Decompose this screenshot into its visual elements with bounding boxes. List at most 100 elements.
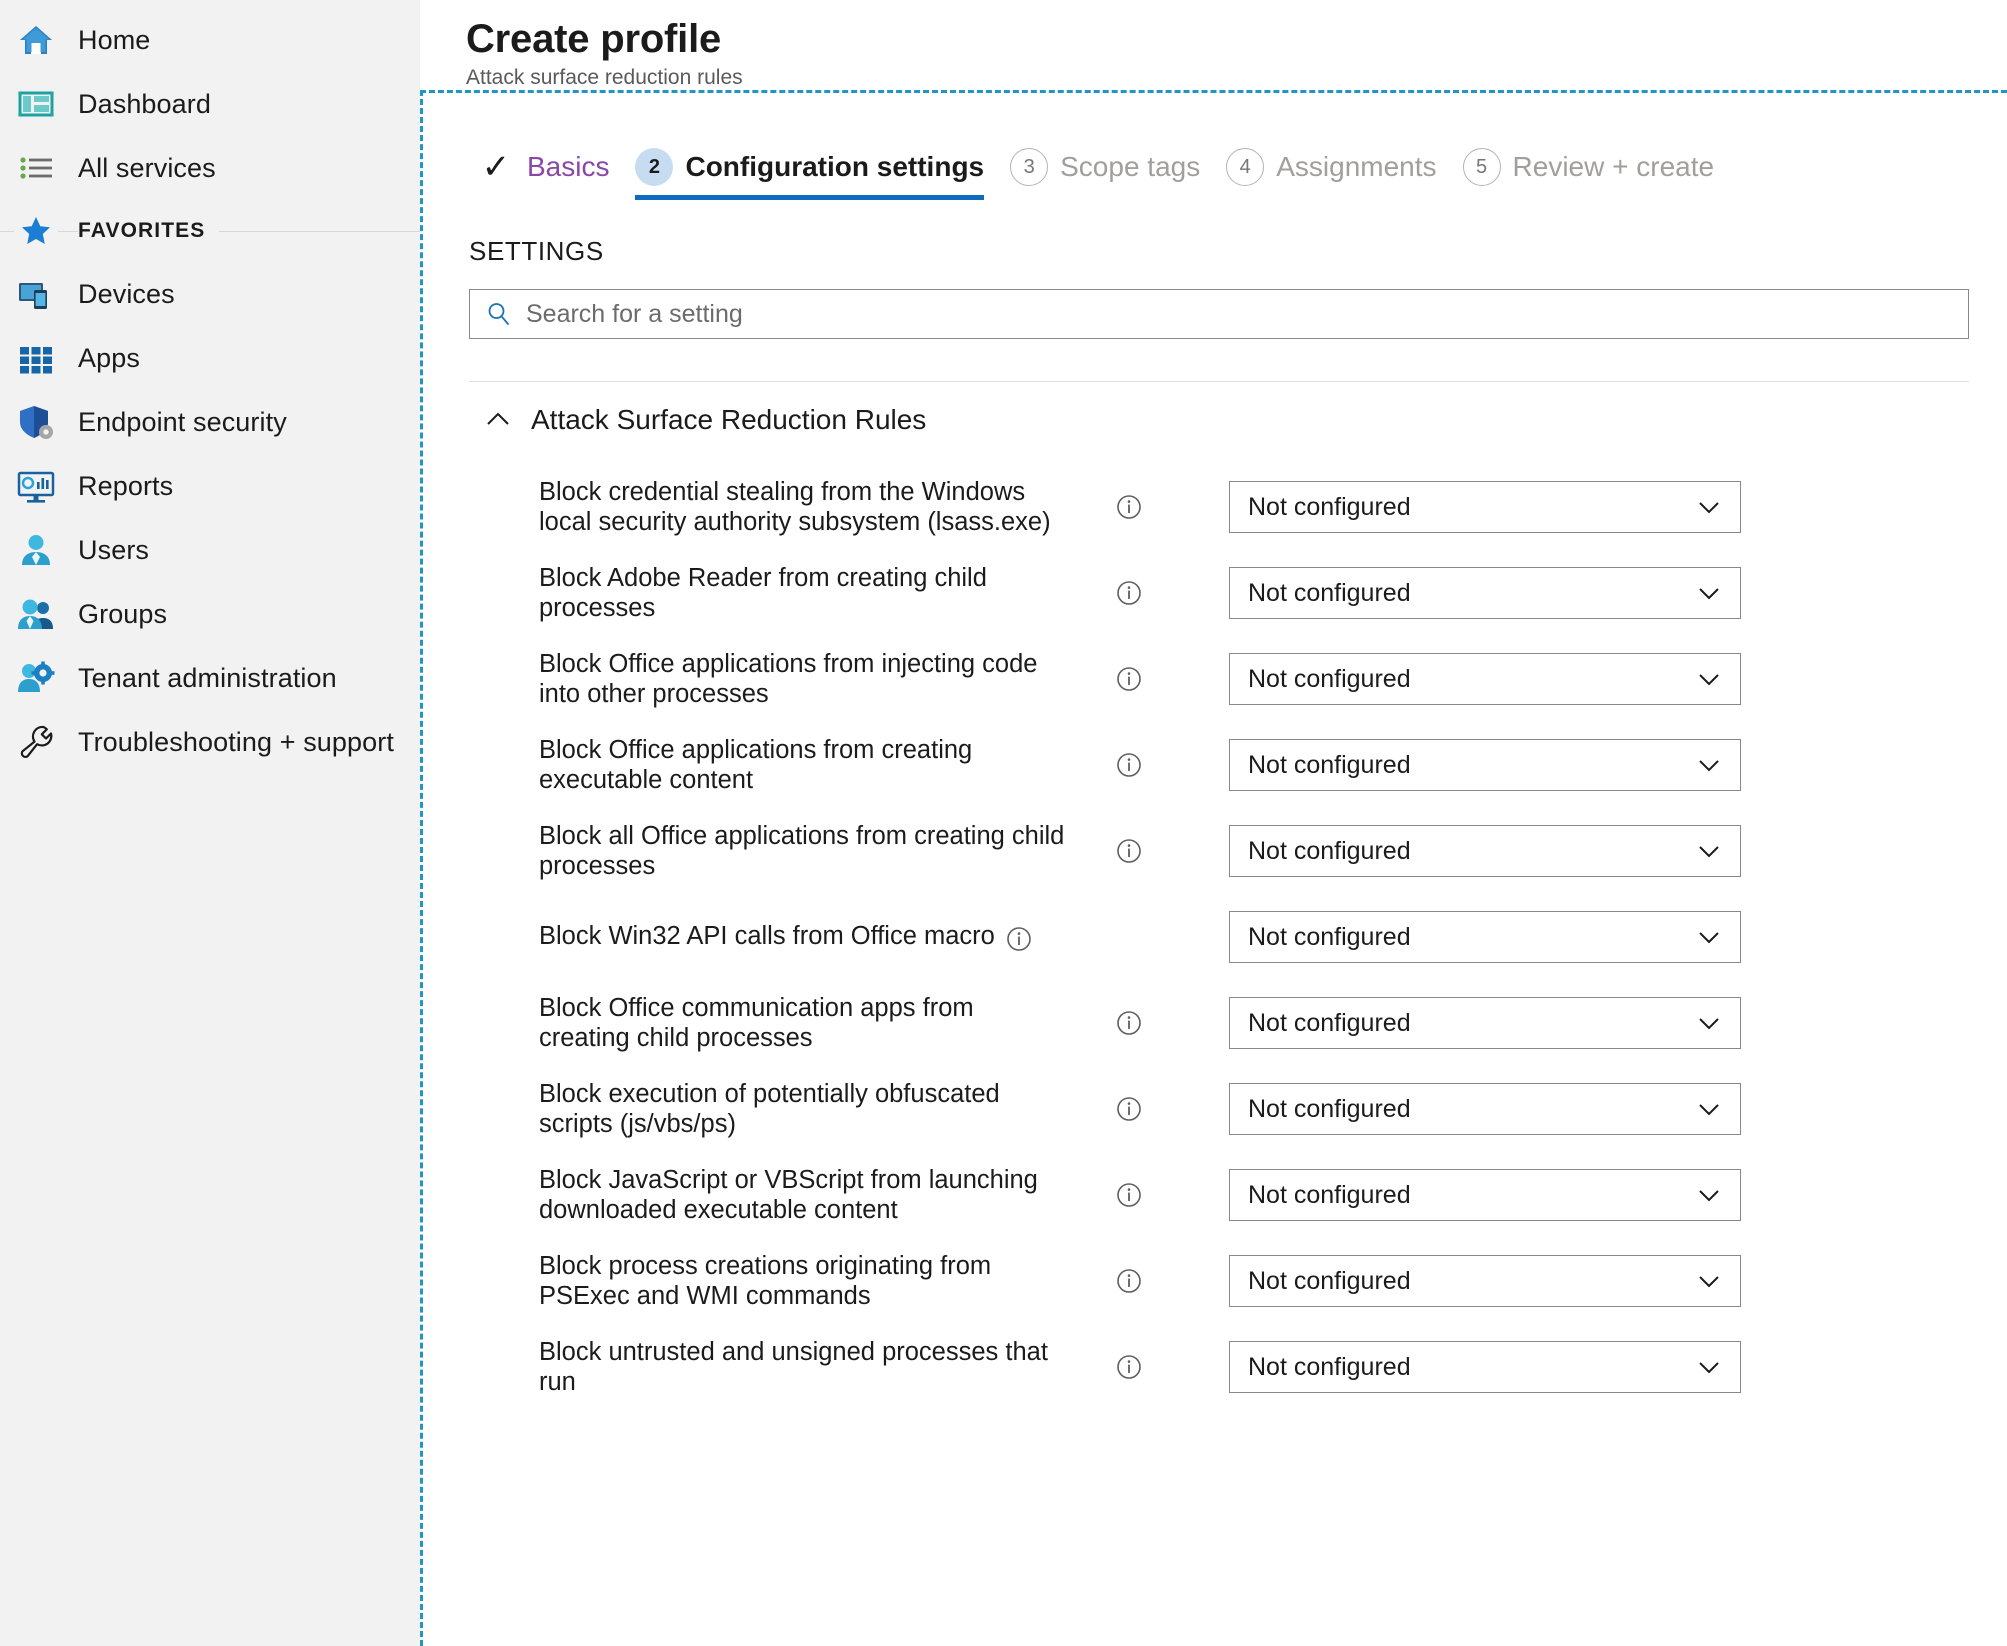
- sidebar-item-groups[interactable]: Groups: [0, 582, 420, 646]
- rule-value-dropdown[interactable]: Not configured: [1229, 567, 1741, 619]
- info-icon[interactable]: [1115, 837, 1143, 865]
- sidebar-item-label: Tenant administration: [78, 662, 337, 693]
- dropdown-cell: Not configured: [1229, 997, 1749, 1049]
- tenant-admin-icon: [14, 656, 58, 700]
- dropdown-cell: Not configured: [1229, 739, 1749, 791]
- check-icon: ✓: [481, 148, 511, 186]
- chevron-down-icon: [1694, 750, 1724, 780]
- sidebar-item-reports[interactable]: Reports: [0, 454, 420, 518]
- table-row: Block Office applications from injecting…: [469, 636, 1999, 722]
- info-cell: [1069, 751, 1229, 779]
- sidebar-item-label: Troubleshooting + support: [78, 726, 394, 757]
- info-icon[interactable]: [1115, 665, 1143, 693]
- sidebar-item-tenant-administration[interactable]: Tenant administration: [0, 646, 420, 710]
- rule-label: Block JavaScript or VBScript from launch…: [539, 1165, 1038, 1224]
- sidebar-item-troubleshooting-support[interactable]: Troubleshooting + support: [0, 710, 420, 774]
- info-icon[interactable]: [1115, 1181, 1143, 1209]
- info-cell: [1069, 665, 1229, 693]
- rule-value-dropdown[interactable]: Not configured: [1229, 1169, 1741, 1221]
- settings-section: SETTINGS Search for a setting Attack Sur…: [423, 236, 2007, 1410]
- tab-configuration-settings[interactable]: 2 Configuration settings: [627, 148, 1002, 200]
- search-setting-box[interactable]: [469, 289, 1969, 339]
- dropdown-value: Not configured: [1248, 1094, 1411, 1123]
- dropdown-cell: Not configured: [1229, 911, 1749, 963]
- sidebar-item-endpoint-security[interactable]: Endpoint security: [0, 390, 420, 454]
- dropdown-cell: Not configured: [1229, 1341, 1749, 1393]
- info-cell: [1069, 1267, 1229, 1295]
- rule-label-cell: Block Adobe Reader from creating child p…: [469, 563, 1069, 623]
- tab-review-create[interactable]: 5 Review + create: [1455, 148, 1733, 200]
- table-row: Block execution of potentially obfuscate…: [469, 1066, 1999, 1152]
- rule-value-dropdown[interactable]: Not configured: [1229, 1083, 1741, 1135]
- table-row: Block Win32 API calls from Office macro …: [469, 894, 1999, 980]
- info-icon[interactable]: [1115, 579, 1143, 607]
- shield-gear-icon: [14, 400, 58, 444]
- tab-scope-tags[interactable]: 3 Scope tags: [1002, 148, 1218, 200]
- info-icon[interactable]: [1115, 1095, 1143, 1123]
- rule-value-dropdown[interactable]: Not configured: [1229, 1341, 1741, 1393]
- dropdown-cell: Not configured: [1229, 1255, 1749, 1307]
- rule-label: Block Adobe Reader from creating child p…: [539, 563, 987, 622]
- sidebar-item-label: Dashboard: [78, 88, 211, 119]
- chevron-down-icon: [1694, 1094, 1724, 1124]
- rule-label-cell: Block execution of potentially obfuscate…: [469, 1079, 1069, 1139]
- rule-value-dropdown[interactable]: Not configured: [1229, 481, 1741, 533]
- info-cell: [1069, 493, 1229, 521]
- blade-header: Create profile Attack surface reduction …: [420, 0, 2007, 90]
- dropdown-cell: Not configured: [1229, 653, 1749, 705]
- sidebar-item-all-services[interactable]: All services: [0, 136, 420, 200]
- dropdown-cell: Not configured: [1229, 1169, 1749, 1221]
- page-subtitle: Attack surface reduction rules: [466, 66, 743, 89]
- step-number-badge: 5: [1462, 148, 1501, 186]
- sidebar-item-home[interactable]: Home: [0, 8, 420, 72]
- sidebar-item-label: Reports: [78, 470, 174, 501]
- chevron-down-icon: [1694, 836, 1724, 866]
- rule-value-dropdown[interactable]: Not configured: [1229, 911, 1741, 963]
- dropdown-value: Not configured: [1248, 1266, 1411, 1295]
- info-icon[interactable]: [1115, 493, 1143, 521]
- tab-assignments[interactable]: 4 Assignments: [1218, 148, 1454, 200]
- sidebar-item-dashboard[interactable]: Dashboard: [0, 72, 420, 136]
- dropdown-value: Not configured: [1248, 922, 1411, 951]
- sidebar-item-label: Endpoint security: [78, 406, 287, 437]
- favorites-section-header: FAVORITES: [0, 200, 420, 262]
- rule-label: Block credential stealing from the Windo…: [539, 477, 1051, 536]
- sidebar-item-apps[interactable]: Apps: [0, 326, 420, 390]
- sidebar-item-users[interactable]: Users: [0, 518, 420, 582]
- favorites-label: FAVORITES: [78, 219, 220, 243]
- rule-label-cell: Block all Office applications from creat…: [469, 821, 1069, 881]
- table-row: Block JavaScript or VBScript from launch…: [469, 1152, 1999, 1238]
- dropdown-cell: Not configured: [1229, 825, 1749, 877]
- star-icon: [14, 209, 58, 253]
- wizard-panel: ✓ Basics 2 Configuration settings 3 Scop…: [420, 90, 2007, 1646]
- info-icon[interactable]: [1115, 1009, 1143, 1037]
- tab-label: Configuration settings: [685, 151, 985, 182]
- tab-basics[interactable]: ✓ Basics: [469, 148, 627, 200]
- rule-label-cell: Block Office communication apps from cre…: [469, 993, 1069, 1053]
- wrench-icon: [14, 720, 58, 764]
- dropdown-cell: Not configured: [1229, 481, 1749, 533]
- info-cell: [1069, 1095, 1229, 1123]
- table-row: Block credential stealing from the Windo…: [469, 464, 1999, 550]
- table-row: Block all Office applications from creat…: [469, 808, 1999, 894]
- rule-value-dropdown[interactable]: Not configured: [1229, 997, 1741, 1049]
- rules-list: Block credential stealing from the Windo…: [469, 464, 2007, 1410]
- sidebar-item-devices[interactable]: Devices: [0, 262, 420, 326]
- rule-value-dropdown[interactable]: Not configured: [1229, 653, 1741, 705]
- search-input[interactable]: [524, 290, 1968, 338]
- dropdown-value: Not configured: [1248, 1352, 1411, 1381]
- step-number-badge: 3: [1010, 148, 1049, 186]
- info-icon[interactable]: [1115, 1353, 1143, 1381]
- group-header-attack-surface-reduction-rules[interactable]: Attack Surface Reduction Rules: [469, 382, 1969, 446]
- rule-value-dropdown[interactable]: Not configured: [1229, 1255, 1741, 1307]
- rule-value-dropdown[interactable]: Not configured: [1229, 825, 1741, 877]
- tab-label: Assignments: [1276, 151, 1437, 182]
- info-icon[interactable]: [1115, 1267, 1143, 1295]
- rule-value-dropdown[interactable]: Not configured: [1229, 739, 1741, 791]
- page-title: Create profile: [466, 17, 722, 61]
- chevron-down-icon: [1694, 922, 1724, 952]
- intune-create-profile-page: Home Dashboard All services FAVORITES De…: [0, 0, 2007, 1646]
- info-icon[interactable]: [1115, 751, 1143, 779]
- table-row: Block Office communication apps from cre…: [469, 980, 1999, 1066]
- info-icon[interactable]: [1005, 925, 1033, 953]
